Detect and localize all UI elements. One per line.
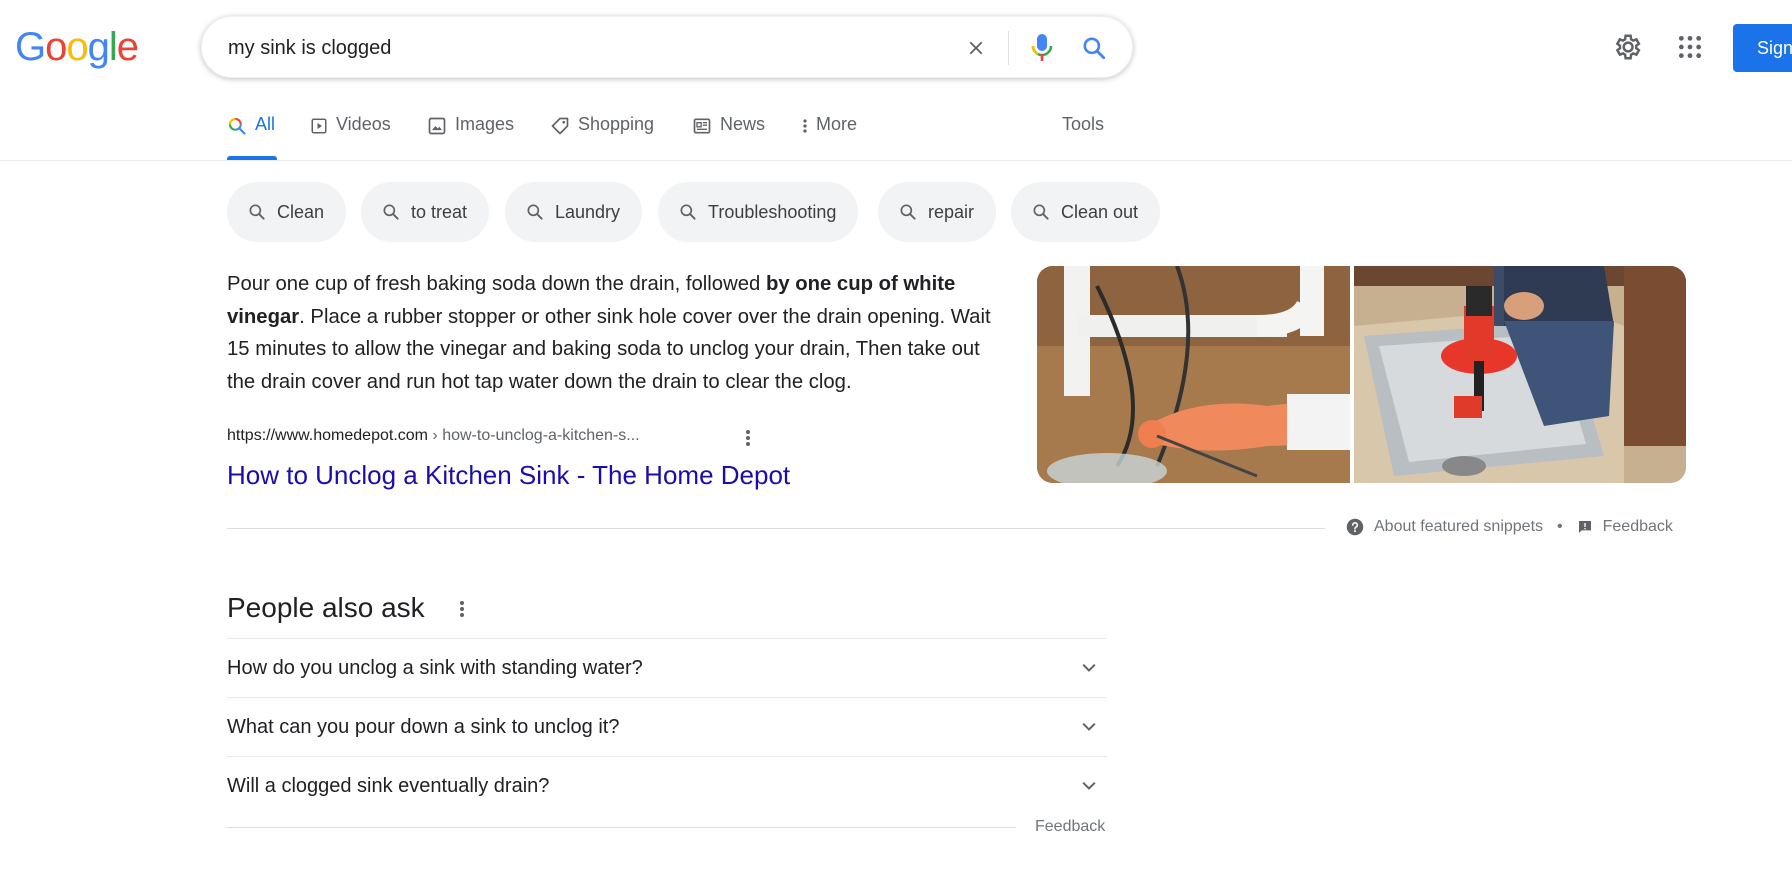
tab-shopping-label: Shopping: [578, 114, 655, 134]
search-input[interactable]: [228, 17, 828, 79]
chip-label: repair: [928, 201, 975, 222]
tab-shopping[interactable]: Shopping: [550, 114, 654, 160]
logo-letter-o1: o: [45, 25, 67, 69]
snippet-image-sink-drain[interactable]: [1037, 266, 1350, 483]
search-icon: [527, 204, 543, 220]
paa-question[interactable]: What can you pour down a sink to unclog …: [227, 697, 1107, 756]
chip-label: Troubleshooting: [708, 201, 837, 222]
chip-clean-out[interactable]: Clean out: [1011, 182, 1161, 242]
chip-to-treat[interactable]: to treat: [361, 182, 490, 242]
paa-question-text: How do you unclog a sink with standing w…: [227, 656, 643, 679]
tab-more[interactable]: More: [802, 114, 857, 160]
paa-feedback-link[interactable]: Feedback: [1035, 818, 1105, 836]
tabs-divider: [0, 160, 1792, 161]
microphone-icon[interactable]: [1027, 33, 1057, 63]
search-icon: [680, 204, 696, 220]
search-icon: [383, 204, 399, 220]
google-logo[interactable]: Google: [15, 25, 139, 71]
chip-repair[interactable]: repair: [878, 182, 997, 242]
snippet-text-after: . Place a rubber stopper or other sink h…: [227, 305, 991, 393]
snippet-text-before: Pour one cup of fresh baking soda down t…: [227, 273, 766, 295]
logo-letter-g2: g: [87, 25, 110, 69]
feedback-icon: [1577, 519, 1593, 535]
search-icon: [1033, 204, 1049, 220]
search-box: [201, 16, 1133, 79]
snippet-actions: About featured snippets • Feedback: [1346, 518, 1673, 536]
chevron-down-icon: [1082, 781, 1096, 790]
chip-clean[interactable]: Clean: [227, 182, 347, 242]
snippet-image-drain-snake[interactable]: [1354, 266, 1686, 483]
tab-tools-label: Tools: [1062, 114, 1105, 134]
tab-images-label: Images: [455, 114, 515, 134]
chip-label: Clean out: [1061, 201, 1139, 222]
people-also-ask-title: People also ask: [227, 592, 425, 623]
source-url[interactable]: https://www.homedepot.com › how-to-unclo…: [227, 427, 640, 445]
result-menu-icon[interactable]: [740, 426, 756, 450]
snippet-separator: [227, 528, 1325, 529]
snippet-images: [1037, 266, 1686, 483]
paa-question-text: What can you pour down a sink to unclog …: [227, 715, 620, 738]
featured-snippet-text: Pour one cup of fresh baking soda down t…: [227, 268, 1007, 398]
separator-dot: •: [1557, 518, 1563, 535]
chip-label: Laundry: [555, 201, 621, 222]
tab-videos-label: Videos: [336, 114, 391, 134]
chevron-down-icon: [1082, 663, 1096, 672]
clear-search-icon[interactable]: [961, 33, 991, 63]
snippet-feedback-link[interactable]: Feedback: [1603, 518, 1673, 536]
paa-question-text: Will a clogged sink eventually drain?: [227, 774, 550, 797]
paa-end-separator: [227, 827, 1016, 828]
tab-all[interactable]: All: [227, 114, 278, 160]
apps-grid-icon[interactable]: [1677, 34, 1703, 65]
more-vert-icon: [803, 119, 807, 133]
result-title-link[interactable]: How to Unclog a Kitchen Sink - The Home …: [227, 460, 790, 491]
paa-menu-icon[interactable]: [454, 596, 470, 622]
search-submit-icon[interactable]: [1079, 33, 1109, 63]
chip-label: Clean: [277, 201, 325, 222]
search-color-icon: [228, 117, 246, 135]
chevron-down-icon: [1082, 722, 1096, 731]
about-featured-snippets-link[interactable]: About featured snippets: [1374, 518, 1543, 536]
source-domain: https://www.homedepot.com: [227, 427, 428, 444]
image-icon: [428, 117, 446, 135]
logo-letter-l: l: [108, 25, 118, 69]
tab-news-label: News: [720, 114, 766, 134]
paa-list: How do you unclog a sink with standing w…: [227, 638, 1107, 815]
chip-laundry[interactable]: Laundry: [505, 182, 643, 242]
tab-news[interactable]: News: [692, 114, 765, 160]
chip-troubleshooting[interactable]: Troubleshooting: [658, 182, 859, 242]
paa-question[interactable]: Will a clogged sink eventually drain?: [227, 756, 1107, 815]
search-divider: [1008, 31, 1009, 65]
search-icon: [900, 204, 916, 220]
sign-in-button[interactable]: Sign: [1733, 24, 1792, 72]
tab-tools[interactable]: Tools: [1062, 114, 1104, 160]
tag-icon: [551, 117, 569, 135]
logo-letter-o2: o: [66, 25, 88, 69]
tab-all-label: All: [255, 114, 276, 134]
settings-icon[interactable]: [1612, 32, 1642, 67]
logo-letter-e: e: [116, 25, 139, 69]
tab-more-label: More: [816, 114, 858, 134]
search-icon: [249, 204, 265, 220]
paa-question[interactable]: How do you unclog a sink with standing w…: [227, 638, 1107, 697]
source-path: › how-to-unclog-a-kitchen-s...: [427, 427, 640, 444]
chip-label: to treat: [411, 201, 468, 222]
help-circle-icon: [1346, 518, 1364, 536]
news-icon: [693, 118, 711, 134]
video-icon: [311, 118, 327, 134]
tab-videos[interactable]: Videos: [310, 114, 391, 160]
logo-letter-g: G: [15, 25, 46, 69]
tab-images[interactable]: Images: [427, 114, 514, 160]
